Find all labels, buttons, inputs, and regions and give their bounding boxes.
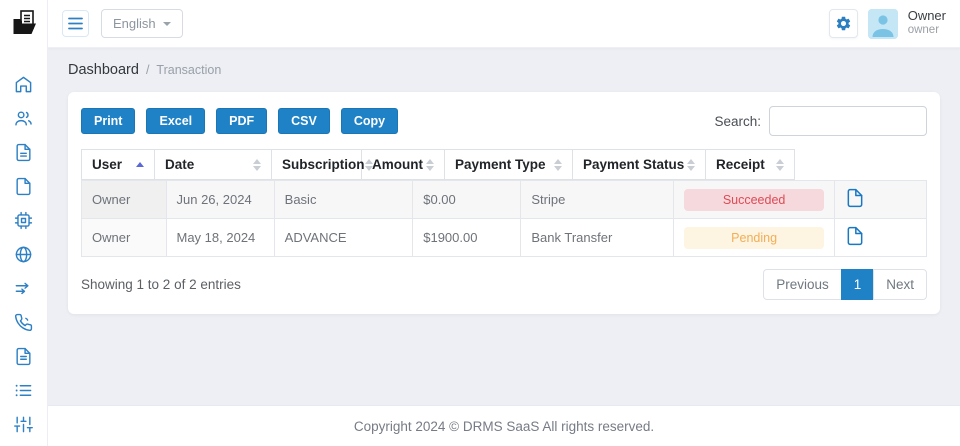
sort-icon	[687, 159, 695, 171]
column-header-user[interactable]: User	[82, 150, 155, 180]
sort-icon	[426, 159, 434, 171]
pdf-button[interactable]: PDF	[216, 108, 267, 134]
column-header-amount[interactable]: Amount	[362, 150, 445, 180]
sort-asc-icon	[136, 162, 144, 167]
transaction-table-header: User Date Subscription Amount Payment Ty…	[81, 149, 795, 180]
phone-icon[interactable]	[14, 313, 33, 332]
cell-payment-type: Bank Transfer	[521, 219, 674, 257]
column-header-payment-type[interactable]: Payment Type	[445, 150, 573, 180]
status-badge: Succeeded	[684, 189, 824, 211]
person-icon	[868, 9, 898, 39]
search-input[interactable]	[769, 106, 927, 136]
user-name: Owner	[908, 9, 946, 24]
cell-subscription: Basic	[274, 181, 413, 219]
cell-user: Owner	[82, 219, 167, 257]
sort-icon	[776, 159, 784, 171]
cell-payment-status: Succeeded	[674, 181, 835, 219]
gear-icon	[835, 15, 852, 32]
cell-subscription: ADVANCE	[274, 219, 413, 257]
navbar-right: Owner owner	[829, 9, 946, 39]
open-folder-logo-icon	[7, 7, 41, 41]
cell-amount: $0.00	[413, 181, 521, 219]
table-row: Owner May 18, 2024 ADVANCE $1900.00 Bank…	[82, 219, 927, 257]
table-toolbar: Print Excel PDF CSV Copy Search:	[81, 106, 927, 136]
cell-payment-type: Stripe	[521, 181, 674, 219]
csv-button[interactable]: CSV	[278, 108, 330, 134]
sort-icon	[253, 159, 261, 171]
users-icon[interactable]	[14, 109, 33, 128]
search-area: Search:	[714, 106, 927, 136]
excel-button[interactable]: Excel	[146, 108, 205, 134]
cpu-icon[interactable]	[14, 211, 33, 230]
table-row: Owner Jun 26, 2024 Basic $0.00 Stripe Su…	[82, 181, 927, 219]
breadcrumb: Dashboard / Transaction	[48, 62, 960, 78]
globe-icon[interactable]	[14, 245, 33, 264]
breadcrumb-transaction: Transaction	[156, 63, 221, 77]
next-page-button[interactable]: Next	[873, 269, 927, 300]
column-header-receipt[interactable]: Receipt	[706, 150, 795, 180]
transfer-arrows-icon[interactable]	[14, 279, 33, 298]
menu-icon	[68, 17, 83, 30]
pagination: Previous 1 Next	[763, 269, 927, 300]
sort-icon	[554, 159, 562, 171]
cell-date: May 18, 2024	[166, 219, 274, 257]
breadcrumb-dashboard[interactable]: Dashboard	[68, 62, 139, 78]
transaction-table-body: Owner Jun 26, 2024 Basic $0.00 Stripe Su…	[81, 180, 927, 257]
file-text-icon[interactable]	[14, 143, 33, 162]
page-1-button[interactable]: 1	[841, 269, 875, 300]
copyright-text: Copyright 2024 © DRMS SaaS All rights re…	[354, 419, 654, 434]
column-header-date[interactable]: Date	[155, 150, 272, 180]
status-badge: Pending	[684, 227, 824, 249]
document-icon[interactable]	[14, 347, 33, 366]
sidebar-toggle-button[interactable]	[62, 10, 89, 37]
sidebar	[0, 0, 48, 446]
receipt-file-icon[interactable]	[845, 188, 865, 208]
chevron-down-icon	[163, 22, 171, 26]
home-icon[interactable]	[14, 75, 33, 94]
user-role: owner	[908, 24, 946, 37]
settings-button[interactable]	[829, 9, 858, 38]
file-icon[interactable]	[14, 177, 33, 196]
column-header-subscription[interactable]: Subscription	[272, 150, 362, 180]
receipt-file-icon[interactable]	[845, 226, 865, 246]
cell-receipt	[834, 181, 926, 219]
transaction-card: Print Excel PDF CSV Copy Search: User Da…	[68, 92, 940, 314]
cell-receipt	[834, 219, 926, 257]
search-label: Search:	[714, 114, 761, 129]
main-content: Dashboard / Transaction Print Excel PDF …	[48, 48, 960, 405]
page-footer: Copyright 2024 © DRMS SaaS All rights re…	[48, 405, 960, 446]
print-button[interactable]: Print	[81, 108, 135, 134]
entries-info: Showing 1 to 2 of 2 entries	[81, 277, 241, 292]
cell-user: Owner	[82, 181, 167, 219]
language-label: English	[113, 16, 156, 31]
list-icon[interactable]	[14, 381, 33, 400]
top-navbar: English Owner owner	[48, 0, 960, 48]
user-avatar[interactable]	[868, 9, 898, 39]
cell-date: Jun 26, 2024	[166, 181, 274, 219]
user-menu[interactable]: Owner owner	[908, 9, 946, 37]
copy-button[interactable]: Copy	[341, 108, 398, 134]
sliders-icon[interactable]	[14, 415, 33, 434]
breadcrumb-separator: /	[146, 63, 149, 77]
sidebar-nav	[0, 48, 47, 434]
cell-payment-status: Pending	[674, 219, 835, 257]
previous-page-button[interactable]: Previous	[763, 269, 842, 300]
table-footer: Showing 1 to 2 of 2 entries Previous 1 N…	[81, 269, 927, 300]
column-header-payment-status[interactable]: Payment Status	[573, 150, 706, 180]
language-dropdown[interactable]: English	[101, 9, 183, 38]
cell-amount: $1900.00	[413, 219, 521, 257]
app-logo[interactable]	[0, 0, 47, 48]
